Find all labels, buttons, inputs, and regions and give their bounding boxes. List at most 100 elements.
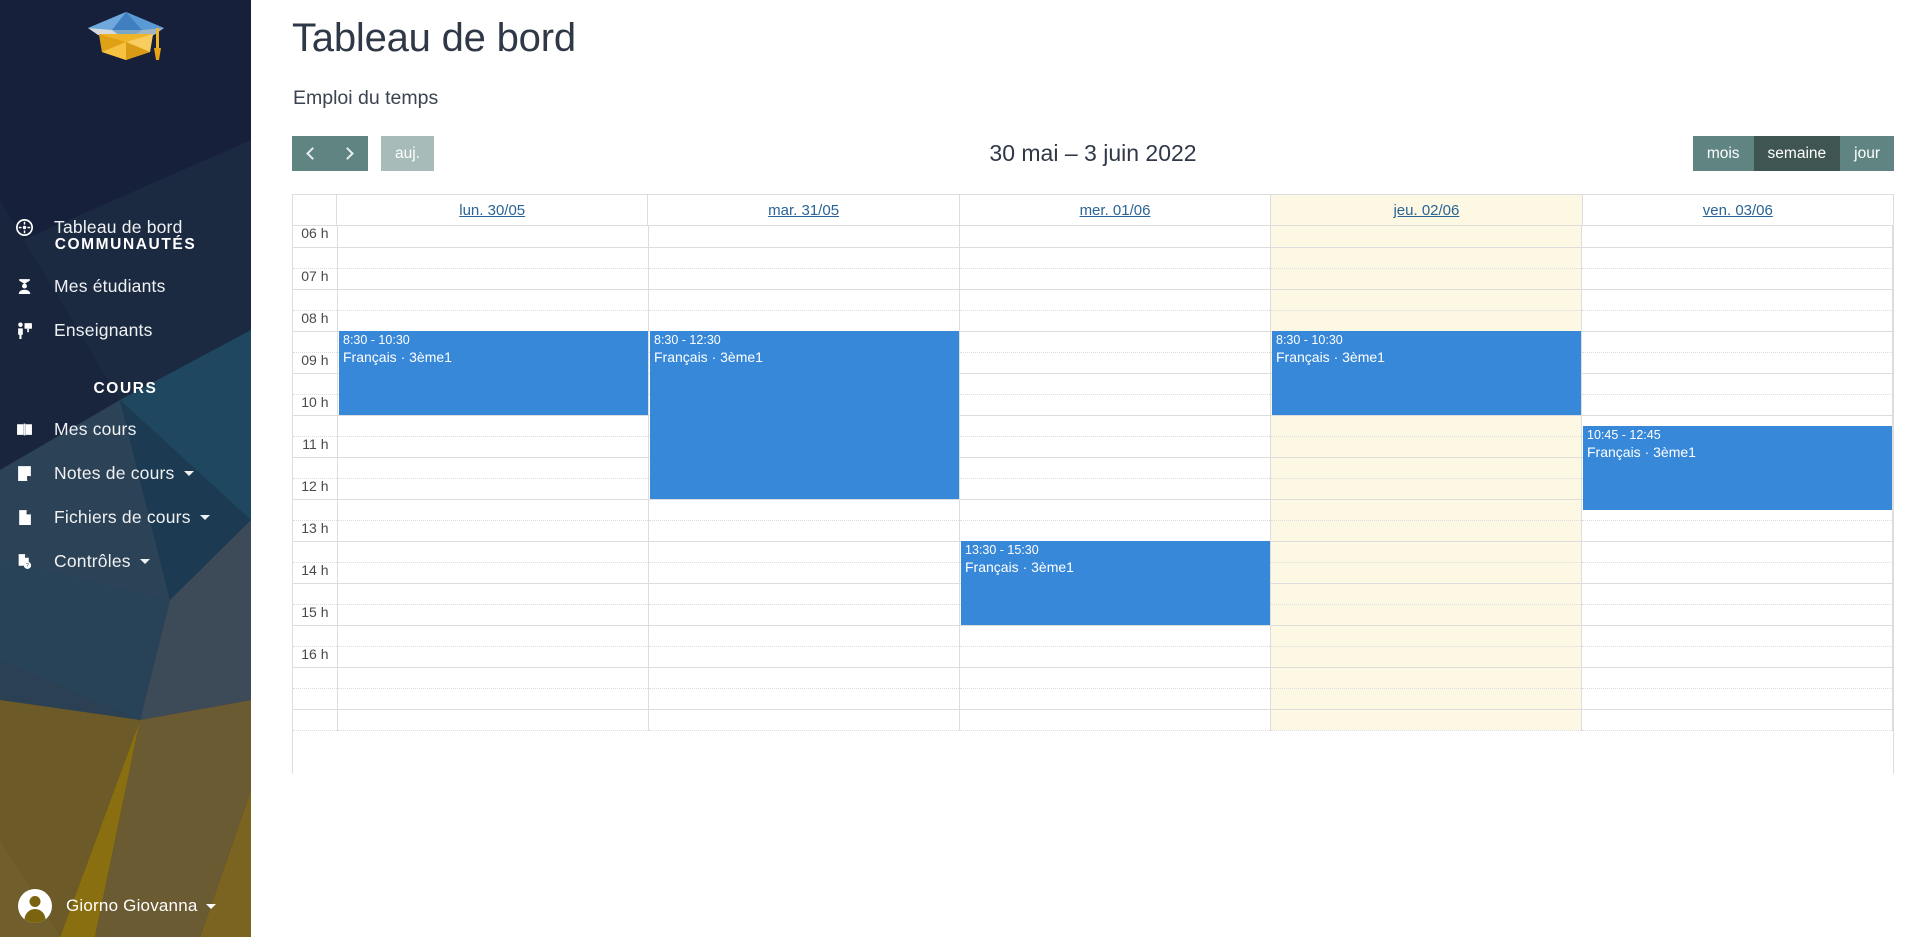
time-slot-cell[interactable]: [959, 415, 1271, 437]
time-slot-cell[interactable]: [648, 520, 960, 542]
time-slot-cell[interactable]: [1581, 625, 1893, 647]
time-slot-cell[interactable]: [1581, 352, 1893, 374]
time-slot-cell[interactable]: [648, 625, 960, 647]
time-slot-cell[interactable]: [648, 499, 960, 521]
time-slot-cell[interactable]: [337, 583, 649, 605]
user-menu[interactable]: Giorno Giovanna: [0, 875, 251, 937]
time-slot-cell[interactable]: [337, 625, 649, 647]
time-slot-cell[interactable]: [337, 289, 649, 311]
time-slot-cell[interactable]: [959, 457, 1271, 479]
time-slot-cell[interactable]: [337, 226, 649, 248]
time-slot-cell[interactable]: [1581, 646, 1893, 668]
time-slot-cell[interactable]: [337, 499, 649, 521]
time-slot-cell[interactable]: [959, 226, 1271, 248]
time-slot-cell[interactable]: [648, 310, 960, 332]
sidebar-item-mes-etudiants[interactable]: Mes étudiants: [0, 267, 251, 305]
time-slot-cell[interactable]: [648, 247, 960, 269]
time-slot-cell[interactable]: [648, 709, 960, 731]
time-slot-cell[interactable]: [1270, 541, 1582, 563]
time-slot-cell[interactable]: [337, 457, 649, 479]
time-slot-cell[interactable]: [1270, 709, 1582, 731]
time-slot-cell[interactable]: [337, 247, 649, 269]
time-slot-cell[interactable]: [337, 310, 649, 332]
time-slot-cell[interactable]: [1270, 268, 1582, 290]
sidebar-item-fichiers-de-cours[interactable]: Fichiers de cours: [0, 498, 251, 536]
sidebar-item-notes-de-cours[interactable]: Notes de cours: [0, 454, 251, 492]
time-slot-cell[interactable]: [1270, 436, 1582, 458]
time-slot-cell[interactable]: [648, 604, 960, 626]
time-slot-cell[interactable]: [959, 478, 1271, 500]
time-slot-cell[interactable]: [337, 646, 649, 668]
time-slot-cell[interactable]: [1270, 520, 1582, 542]
calendar-event[interactable]: 13:30 - 15:30 Français · 3ème1: [961, 541, 1270, 625]
time-slot-cell[interactable]: [1581, 583, 1893, 605]
time-slot-cell[interactable]: [959, 436, 1271, 458]
time-slot-cell[interactable]: [648, 541, 960, 563]
time-slot-cell[interactable]: [959, 646, 1271, 668]
time-slot-cell[interactable]: [1581, 604, 1893, 626]
graduation-cap-logo[interactable]: [0, 8, 251, 75]
time-slot-cell[interactable]: [648, 646, 960, 668]
time-slot-cell[interactable]: [959, 268, 1271, 290]
time-slot-cell[interactable]: [1581, 226, 1893, 248]
time-slot-cell[interactable]: [337, 667, 649, 689]
prev-period-button[interactable]: [292, 136, 330, 171]
sidebar-item-enseignants[interactable]: Enseignants: [0, 311, 251, 349]
time-slot-cell[interactable]: [959, 373, 1271, 395]
sidebar-item-controles[interactable]: ? Contrôles: [0, 542, 251, 580]
time-slot-cell[interactable]: [1270, 226, 1582, 248]
time-slot-cell[interactable]: [959, 289, 1271, 311]
time-slot-cell[interactable]: [1270, 478, 1582, 500]
time-slot-cell[interactable]: [959, 310, 1271, 332]
sidebar-item-mes-cours[interactable]: Mes cours: [0, 410, 251, 448]
time-slot-cell[interactable]: [959, 352, 1271, 374]
time-slot-cell[interactable]: [1270, 562, 1582, 584]
time-slot-cell[interactable]: [337, 604, 649, 626]
time-slot-cell[interactable]: [648, 562, 960, 584]
time-slot-cell[interactable]: [1270, 646, 1582, 668]
time-slot-cell[interactable]: [337, 541, 649, 563]
day-header-link[interactable]: lun. 30/05: [459, 202, 525, 219]
time-slot-cell[interactable]: [337, 562, 649, 584]
calendar-time-grid[interactable]: 06 h 07 h 08 h 09 h 10 h 11 h 12 h 13 h 14 h 15 h…: [293, 226, 1893, 774]
time-slot-cell[interactable]: [1270, 667, 1582, 689]
time-slot-cell[interactable]: [1581, 541, 1893, 563]
time-slot-cell[interactable]: [648, 226, 960, 248]
time-slot-cell[interactable]: [1270, 499, 1582, 521]
calendar-event[interactable]: 8:30 - 10:30 Français · 3ème1: [339, 331, 648, 415]
time-slot-cell[interactable]: [1270, 247, 1582, 269]
time-slot-cell[interactable]: [959, 520, 1271, 542]
time-slot-cell[interactable]: [337, 268, 649, 290]
time-slot-cell[interactable]: [337, 709, 649, 731]
time-slot-cell[interactable]: [959, 394, 1271, 416]
time-slot-cell[interactable]: [1270, 625, 1582, 647]
day-header-link[interactable]: mer. 01/06: [1080, 202, 1151, 219]
time-slot-cell[interactable]: [1270, 688, 1582, 710]
time-slot-cell[interactable]: [1270, 310, 1582, 332]
time-slot-cell[interactable]: [1581, 247, 1893, 269]
time-slot-cell[interactable]: [648, 289, 960, 311]
calendar-event[interactable]: 10:45 - 12:45 Français · 3ème1: [1583, 425, 1892, 510]
time-slot-cell[interactable]: [1581, 289, 1893, 311]
time-slot-cell[interactable]: [1270, 415, 1582, 437]
time-slot-cell[interactable]: [959, 331, 1271, 353]
time-slot-cell[interactable]: [959, 709, 1271, 731]
day-header-link[interactable]: ven. 03/06: [1703, 202, 1773, 219]
time-slot-cell[interactable]: [959, 625, 1271, 647]
time-slot-cell[interactable]: [1581, 331, 1893, 353]
time-slot-cell[interactable]: [337, 478, 649, 500]
time-slot-cell[interactable]: [337, 436, 649, 458]
view-button-mois[interactable]: mois: [1692, 136, 1754, 171]
time-slot-cell[interactable]: [1270, 583, 1582, 605]
time-slot-cell[interactable]: [1270, 457, 1582, 479]
time-slot-cell[interactable]: [1581, 373, 1893, 395]
time-slot-cell[interactable]: [337, 520, 649, 542]
time-slot-cell[interactable]: [337, 688, 649, 710]
time-slot-cell[interactable]: [1581, 667, 1893, 689]
view-button-jour[interactable]: jour: [1840, 136, 1894, 171]
time-slot-cell[interactable]: [959, 688, 1271, 710]
time-slot-cell[interactable]: [959, 247, 1271, 269]
time-slot-cell[interactable]: [1581, 268, 1893, 290]
next-period-button[interactable]: [330, 136, 368, 171]
time-slot-cell[interactable]: [1581, 310, 1893, 332]
